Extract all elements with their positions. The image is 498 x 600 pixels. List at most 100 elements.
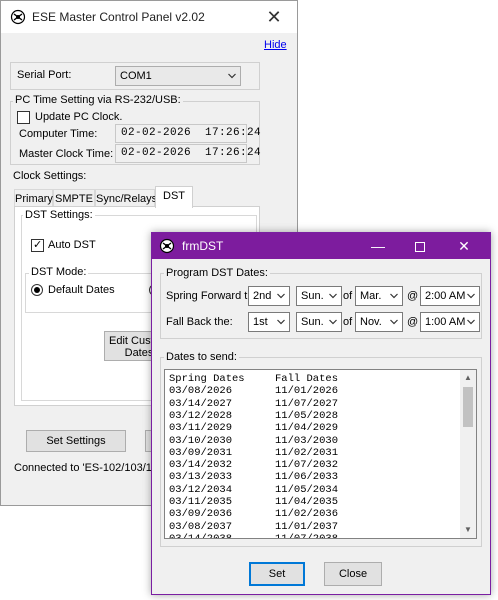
fall-date-cell: 11/04/2035 — [275, 496, 339, 508]
spring-date-cell: 03/09/2036 — [169, 508, 233, 521]
chevron-down-icon — [277, 293, 285, 299]
set-settings-button[interactable]: Set Settings — [26, 430, 126, 452]
auto-dst-label: Auto DST — [48, 239, 96, 251]
chevron-down-icon — [467, 293, 475, 299]
chevron-down-icon — [277, 319, 285, 325]
fall-time-value: 1:00 AM — [425, 316, 466, 328]
spring-date-cell: 03/10/2030 — [169, 434, 233, 447]
chevron-down-icon — [390, 319, 398, 325]
fall-time-select[interactable]: 1:00 AM — [420, 312, 480, 332]
chevron-down-icon — [228, 73, 236, 79]
update-pc-clock-checkbox[interactable] — [17, 111, 30, 124]
dates-list[interactable]: Spring Dates Fall Dates 03/08/2026 11/01/20… — [164, 369, 477, 539]
spring-date-cell: 03/11/2035 — [169, 496, 233, 508]
spring-date-cell: 03/12/2028 — [169, 409, 233, 422]
main-window-title: ESE Master Control Panel v2.02 — [32, 10, 205, 24]
dst-settings-title: DST Settings: — [23, 209, 95, 221]
clock-settings-label: Clock Settings: — [13, 170, 87, 182]
hide-link[interactable]: Hide — [264, 39, 287, 51]
program-dst-title: Program DST Dates: — [164, 267, 270, 279]
fall-at-label: @ — [407, 316, 419, 328]
scroll-down-icon[interactable]: ▼ — [460, 522, 476, 538]
spring-date-cell: 03/14/2038 — [169, 532, 233, 539]
fall-day-value: Sun. — [301, 316, 324, 328]
update-pc-clock-label: Update PC Clock. — [35, 111, 123, 123]
main-titlebar[interactable]: ESE Master Control Panel v2.02 ✕ — [1, 1, 297, 33]
spring-date-cell: Spring Dates — [169, 373, 245, 385]
app-icon — [159, 238, 175, 254]
spring-month-select[interactable]: Mar. — [355, 286, 403, 306]
fall-date-cell: 11/06/2033 — [275, 471, 339, 484]
scroll-thumb[interactable] — [463, 387, 473, 427]
fall-date-cell: 11/02/2036 — [275, 508, 339, 521]
spring-week-select[interactable]: 2nd — [248, 286, 290, 306]
spring-date-cell: 03/09/2031 — [169, 446, 233, 459]
spring-day-value: Sun. — [301, 290, 324, 302]
minimize-icon[interactable]: — — [360, 233, 396, 259]
fall-date-cell: 11/03/2030 — [275, 434, 339, 447]
default-dates-label: Default Dates — [48, 284, 115, 296]
spring-month-value: Mar. — [360, 290, 382, 302]
serial-port-select[interactable]: COM1 — [115, 66, 241, 86]
spring-of-label: of — [343, 290, 353, 302]
default-dates-radio[interactable] — [31, 284, 43, 296]
master-clock-time-value: 02-02-2026 17:26:24 — [115, 144, 261, 163]
checkmark-icon: ✓ — [33, 239, 43, 251]
fall-date-cell: 11/01/2037 — [275, 520, 339, 533]
set-button[interactable]: Set — [249, 562, 305, 586]
spring-date-cell: 03/11/2029 — [169, 422, 233, 435]
fall-date-cell: Fall Dates — [275, 373, 339, 385]
spring-date-cell: 03/12/2034 — [169, 483, 233, 496]
chevron-down-icon — [390, 293, 398, 299]
spring-time-select[interactable]: 2:00 AM — [420, 286, 480, 306]
spring-date-cell: 03/14/2027 — [169, 397, 233, 410]
computer-time-label: Computer Time: — [19, 128, 98, 140]
fall-back-label: Fall Back the: — [166, 316, 233, 328]
close-icon[interactable]: ✕ — [251, 1, 297, 33]
dates-to-send-title: Dates to send: — [164, 351, 239, 363]
auto-dst-checkbox[interactable]: ✓ — [31, 239, 44, 252]
vertical-scrollbar[interactable]: ▲ ▼ — [460, 370, 476, 538]
fall-day-select[interactable]: Sun. — [296, 312, 342, 332]
close-button[interactable]: Close — [324, 562, 382, 586]
fall-month-select[interactable]: Nov. — [355, 312, 403, 332]
spring-week-value: 2nd — [253, 290, 272, 302]
fall-of-label: of — [343, 316, 353, 328]
spring-date-cell: 03/08/2026 — [169, 385, 233, 398]
fall-date-cell: 11/07/2027 — [275, 397, 339, 410]
dst-titlebar[interactable]: frmDST — ✕ — [152, 233, 490, 259]
tab-dst[interactable]: DST — [155, 186, 193, 208]
chevron-down-icon — [329, 319, 337, 325]
spring-time-value: 2:00 AM — [425, 290, 466, 302]
chevron-down-icon — [329, 293, 337, 299]
scroll-up-icon[interactable]: ▲ — [460, 370, 476, 386]
computer-time-value: 02-02-2026 17:26:24 — [115, 124, 261, 143]
radio-dot — [34, 287, 40, 293]
fall-date-cell: 11/05/2028 — [275, 409, 339, 422]
fall-date-cell: 11/04/2029 — [275, 422, 339, 435]
dst-window-title: frmDST — [182, 239, 224, 253]
maximize-icon[interactable] — [402, 233, 438, 259]
spring-date-cell: 03/08/2037 — [169, 520, 233, 533]
pc-time-group-title: PC Time Setting via RS-232/USB: — [13, 94, 183, 106]
fall-week-select[interactable]: 1st — [248, 312, 290, 332]
chevron-down-icon — [467, 319, 475, 325]
fall-week-value: 1st — [253, 316, 268, 328]
serial-port-label: Serial Port: — [17, 69, 72, 81]
dst-mode-title: DST Mode: — [29, 266, 89, 278]
dst-window: frmDST — ✕ Program DST Dates: Spring For… — [151, 232, 491, 595]
app-icon — [10, 9, 26, 25]
fall-date-cell: 11/07/2032 — [275, 459, 339, 472]
fall-date-cell: 11/05/2034 — [275, 483, 339, 496]
serial-port-value: COM1 — [120, 70, 152, 82]
fall-date-cell: 11/01/2026 — [275, 385, 339, 398]
spring-date-cell: 03/14/2032 — [169, 459, 233, 472]
spring-day-select[interactable]: Sun. — [296, 286, 342, 306]
fall-month-value: Nov. — [360, 316, 382, 328]
spring-date-cell: 03/13/2033 — [169, 471, 233, 484]
fall-date-cell: 11/02/2031 — [275, 446, 339, 459]
spring-at-label: @ — [407, 290, 419, 302]
master-clock-time-label: Master Clock Time: — [19, 148, 114, 160]
close-icon[interactable]: ✕ — [446, 233, 482, 259]
fall-date-cell: 11/07/2038 — [275, 532, 339, 539]
